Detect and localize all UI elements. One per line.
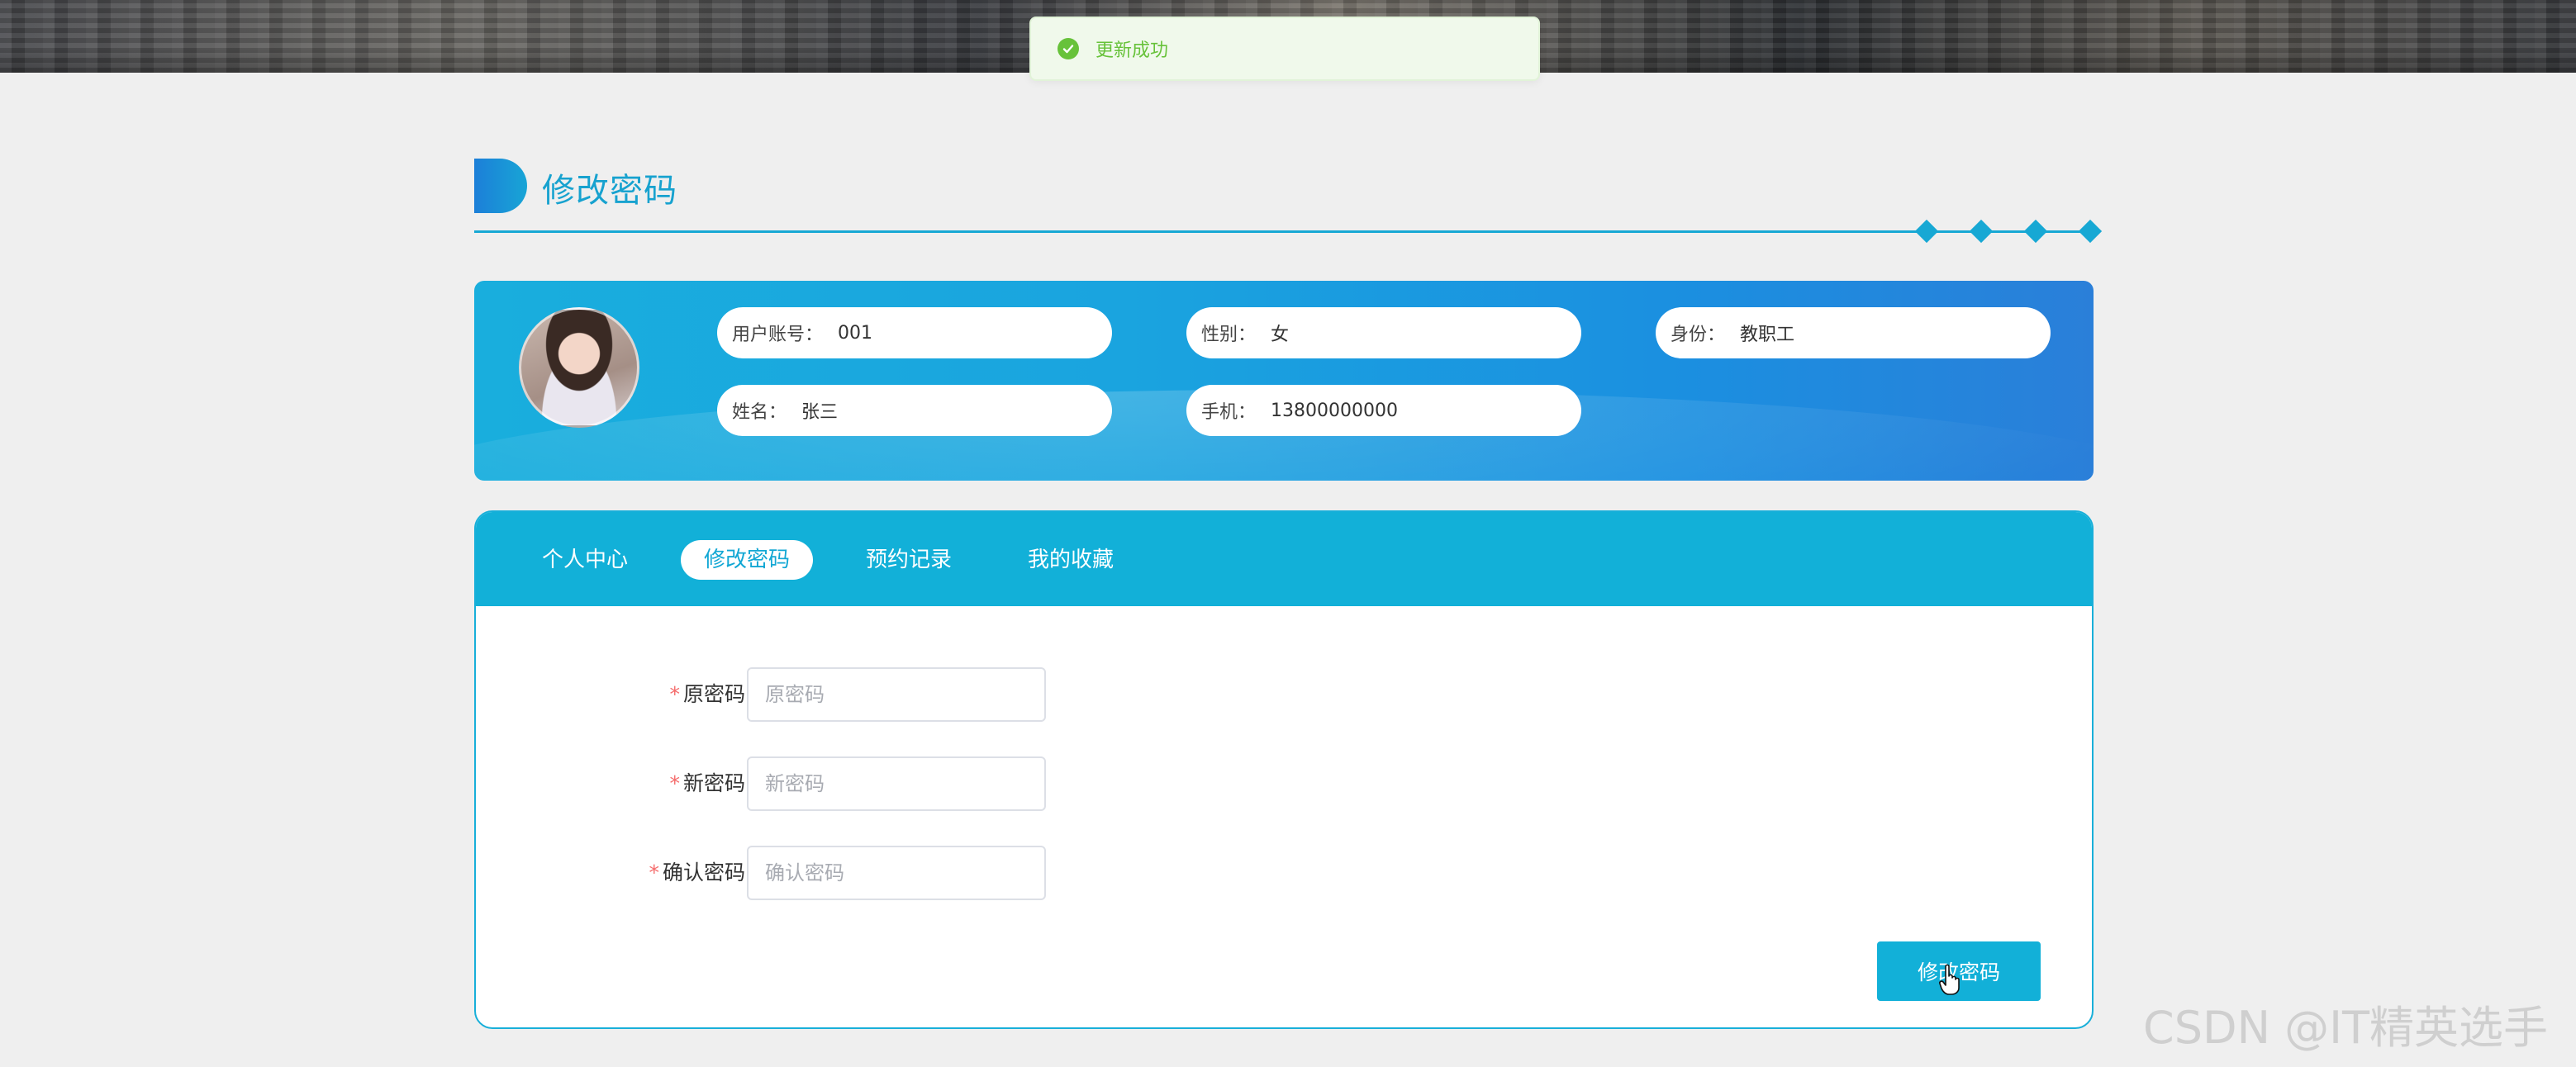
gender-field: 性别： 女 (1186, 307, 1581, 358)
phone-field: 手机： 13800000000 (1186, 385, 1581, 436)
required-mark: * (669, 682, 680, 706)
tab-my-favorites[interactable]: 我的收藏 (1005, 540, 1137, 580)
tab-personal-center[interactable]: 个人中心 (519, 540, 651, 580)
role-label: 身份： (1671, 325, 1726, 345)
required-mark: * (649, 861, 659, 884)
phone-value: 13800000000 (1271, 400, 1398, 421)
name-value: 张三 (801, 402, 839, 423)
check-circle-icon (1057, 38, 1079, 59)
account-label: 用户账号： (732, 325, 824, 345)
name-label: 姓名： (732, 402, 787, 423)
gender-label: 性别： (1201, 325, 1257, 345)
title-badge-icon (474, 159, 527, 213)
hand-cursor-icon (1939, 964, 1960, 995)
name-field: 姓名： 张三 (717, 385, 1112, 436)
title-divider (474, 230, 2094, 233)
avatar (519, 307, 639, 428)
page: 更新成功 修改密码 用户账号： 001 性别： 女 身份： 教职工 姓名： 张三… (0, 0, 2576, 1067)
account-panel: 个人中心 修改密码 预约记录 我的收藏 * 原密码 * 新密码 * 确认密码 修改密码 (474, 510, 2094, 1029)
diamond-icon (2078, 219, 2103, 244)
gender-value: 女 (1271, 325, 1290, 345)
confirm-password-label-text: 确认密码 (662, 861, 745, 884)
tab-booking-records[interactable]: 预约记录 (843, 540, 975, 580)
section-header: 修改密码 (474, 157, 2103, 244)
form-row-new-password: * 新密码 (476, 756, 2092, 811)
page-title: 修改密码 (542, 172, 677, 210)
tab-change-password[interactable]: 修改密码 (681, 540, 814, 580)
old-password-label: * 原密码 (669, 667, 745, 722)
form-row-confirm-password: * 确认密码 (476, 846, 2092, 900)
confirm-password-label: * 确认密码 (649, 846, 745, 900)
success-toast: 更新成功 (1029, 17, 1540, 81)
account-value: 001 (838, 322, 873, 344)
diamond-icon (1914, 219, 1939, 244)
new-password-label: * 新密码 (669, 756, 745, 811)
form-row-old-password: * 原密码 (476, 667, 2092, 722)
diamond-icon (1969, 219, 1994, 244)
role-value: 教职工 (1740, 325, 1795, 345)
tab-bar: 个人中心 修改密码 预约记录 我的收藏 (476, 512, 2092, 606)
old-password-label-text: 原密码 (682, 682, 745, 706)
new-password-input[interactable] (747, 756, 1046, 811)
confirm-password-input[interactable] (747, 846, 1046, 900)
old-password-input[interactable] (747, 667, 1046, 722)
toast-message: 更新成功 (1096, 40, 1169, 61)
watermark: CSDN @IT精英选手 (2143, 1002, 2549, 1054)
new-password-label-text: 新密码 (682, 771, 745, 795)
phone-label: 手机： (1201, 402, 1257, 423)
role-field: 身份： 教职工 (1656, 307, 2051, 358)
required-mark: * (669, 771, 680, 795)
account-field: 用户账号： 001 (717, 307, 1112, 358)
diamond-icon (2023, 219, 2048, 244)
user-info-card: 用户账号： 001 性别： 女 身份： 教职工 姓名： 张三 手机： 13800… (474, 281, 2094, 481)
